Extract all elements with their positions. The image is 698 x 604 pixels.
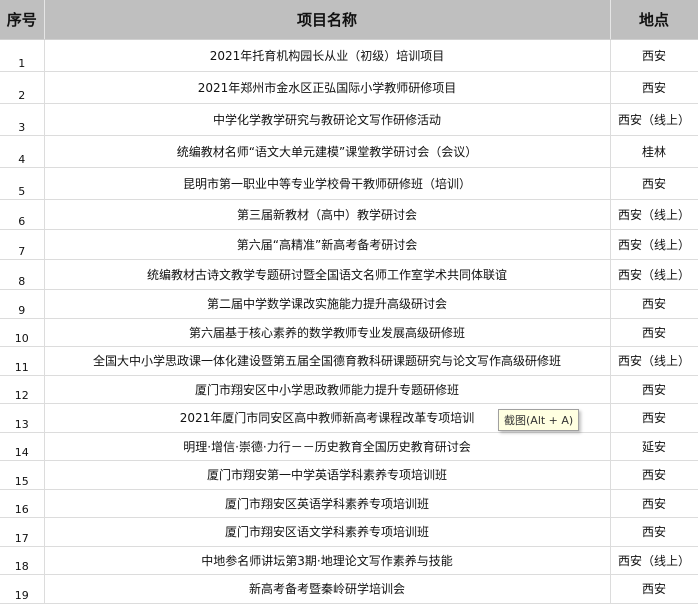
row-number: 12 <box>0 375 45 404</box>
row-project-name: 厦门市翔安第一中学英语学科素养专项培训班 <box>44 460 611 490</box>
row-location: 西安 <box>610 403 698 433</box>
row-project-name: 2021年郑州市金水区正弘国际小学教师研修项目 <box>44 71 611 104</box>
row-location: 西安（线上） <box>610 546 698 575</box>
table-row: 4 统编教材名师“语文大单元建模”课堂教学研讨会（会议） 桂林 <box>0 135 698 168</box>
row-project-name: 统编教材名师“语文大单元建模”课堂教学研讨会（会议） <box>44 135 611 168</box>
row-number: 13 <box>0 403 45 433</box>
header-row: 序号 项目名称 地点 <box>0 0 698 40</box>
row-number: 3 <box>0 103 45 136</box>
table-row: 3 中学化学教学研究与教研论文写作研修活动 西安（线上） <box>0 103 698 136</box>
table-row: 6 第三届新教材（高中）教学研讨会 西安（线上） <box>0 199 698 230</box>
row-location: 西安 <box>610 574 698 604</box>
table-row: 12 厦门市翔安区中小学思政教师能力提升专题研修班 西安 <box>0 375 698 404</box>
row-number: 14 <box>0 432 45 461</box>
row-project-name: 新高考备考暨秦岭研学培训会 <box>44 574 611 604</box>
row-number: 9 <box>0 289 45 319</box>
row-location: 西安（线上） <box>610 103 698 136</box>
row-project-name: 厦门市翔安区英语学科素养专项培训班 <box>44 489 611 518</box>
row-location: 西安（线上） <box>610 199 698 230</box>
row-location: 西安 <box>610 71 698 104</box>
row-number: 2 <box>0 71 45 104</box>
row-location: 西安（线上） <box>610 259 698 290</box>
row-location: 西安 <box>610 318 698 347</box>
table-row: 7 第六届“高精准”新高考备考研讨会 西安（线上） <box>0 229 698 260</box>
row-number: 16 <box>0 489 45 518</box>
row-location: 西安（线上） <box>610 229 698 260</box>
table-row: 1 2021年托育机构园长从业（初级）培训项目 西安 <box>0 39 698 72</box>
row-location: 西安 <box>610 375 698 404</box>
row-location: 西安 <box>610 39 698 72</box>
row-location: 西安 <box>610 489 698 518</box>
row-number: 1 <box>0 39 45 72</box>
row-project-name: 第六届基于核心素养的数学教师专业发展高级研修班 <box>44 318 611 347</box>
table-row: 18 中地参名师讲坛第3期·地理论文写作素养与技能 西安（线上） <box>0 546 698 575</box>
row-project-name: 中学化学教学研究与教研论文写作研修活动 <box>44 103 611 136</box>
row-project-name: 厦门市翔安区中小学思政教师能力提升专题研修班 <box>44 375 611 404</box>
row-location: 西安 <box>610 460 698 490</box>
row-project-name: 第二届中学数学课改实施能力提升高级研讨会 <box>44 289 611 319</box>
row-location: 延安 <box>610 432 698 461</box>
row-number: 6 <box>0 199 45 230</box>
row-project-name: 昆明市第一职业中等专业学校骨干教师研修班（培训） <box>44 167 611 200</box>
header-location: 地点 <box>610 0 698 40</box>
row-project-name: 全国大中小学思政课一体化建设暨第五届全国德育教科研课题研究与论文写作高级研修班 <box>44 346 611 376</box>
row-number: 8 <box>0 259 45 290</box>
row-project-name: 厦门市翔安区语文学科素养专项培训班 <box>44 517 611 547</box>
row-project-name: 中地参名师讲坛第3期·地理论文写作素养与技能 <box>44 546 611 575</box>
row-project-name: 第三届新教材（高中）教学研讨会 <box>44 199 611 230</box>
row-number: 15 <box>0 460 45 490</box>
header-name: 项目名称 <box>44 0 611 40</box>
table-row: 11 全国大中小学思政课一体化建设暨第五届全国德育教科研课题研究与论文写作高级研修… <box>0 346 698 376</box>
table-row: 13 2021年厦门市同安区高中教师新高考课程改革专项培训 西安 <box>0 403 698 433</box>
table-row: 19 新高考备考暨秦岭研学培训会 西安 <box>0 574 698 604</box>
table-row: 17 厦门市翔安区语文学科素养专项培训班 西安 <box>0 517 698 547</box>
row-project-name: 第六届“高精准”新高考备考研讨会 <box>44 229 611 260</box>
table-row: 14 明理·增信·崇德·力行－－历史教育全国历史教育研讨会 延安 <box>0 432 698 461</box>
row-number: 11 <box>0 346 45 376</box>
row-number: 18 <box>0 546 45 575</box>
row-project-name: 明理·增信·崇德·力行－－历史教育全国历史教育研讨会 <box>44 432 611 461</box>
table-row: 8 统编教材古诗文教学专题研讨暨全国语文名师工作室学术共同体联谊 西安（线上） <box>0 259 698 290</box>
row-number: 19 <box>0 574 45 604</box>
table-row: 15 厦门市翔安第一中学英语学科素养专项培训班 西安 <box>0 460 698 490</box>
row-number: 17 <box>0 517 45 547</box>
table-row: 5 昆明市第一职业中等专业学校骨干教师研修班（培训） 西安 <box>0 167 698 200</box>
table-row: 2 2021年郑州市金水区正弘国际小学教师研修项目 西安 <box>0 71 698 104</box>
row-number: 7 <box>0 229 45 260</box>
row-location: 西安 <box>610 289 698 319</box>
row-project-name: 2021年托育机构园长从业（初级）培训项目 <box>44 39 611 72</box>
row-location: 桂林 <box>610 135 698 168</box>
row-number: 4 <box>0 135 45 168</box>
table-row: 9 第二届中学数学课改实施能力提升高级研讨会 西安 <box>0 289 698 319</box>
table-body: 1 2021年托育机构园长从业（初级）培训项目 西安 2 2021年郑州市金水区正弘国际… <box>0 39 698 604</box>
row-location: 西安 <box>610 517 698 547</box>
row-number: 5 <box>0 167 45 200</box>
row-project-name: 统编教材古诗文教学专题研讨暨全国语文名师工作室学术共同体联谊 <box>44 259 611 290</box>
row-number: 10 <box>0 318 45 347</box>
table-row: 10 第六届基于核心素养的数学教师专业发展高级研修班 西安 <box>0 318 698 347</box>
row-location: 西安 <box>610 167 698 200</box>
project-table: 序号 项目名称 地点 1 2021年托育机构园长从业（初级）培训项目 西安 2 2021… <box>0 0 698 604</box>
header-num: 序号 <box>0 0 45 40</box>
screenshot-tooltip: 截图(Alt + A) <box>498 409 580 431</box>
table-row: 16 厦门市翔安区英语学科素养专项培训班 西安 <box>0 489 698 518</box>
row-location: 西安（线上） <box>610 346 698 376</box>
